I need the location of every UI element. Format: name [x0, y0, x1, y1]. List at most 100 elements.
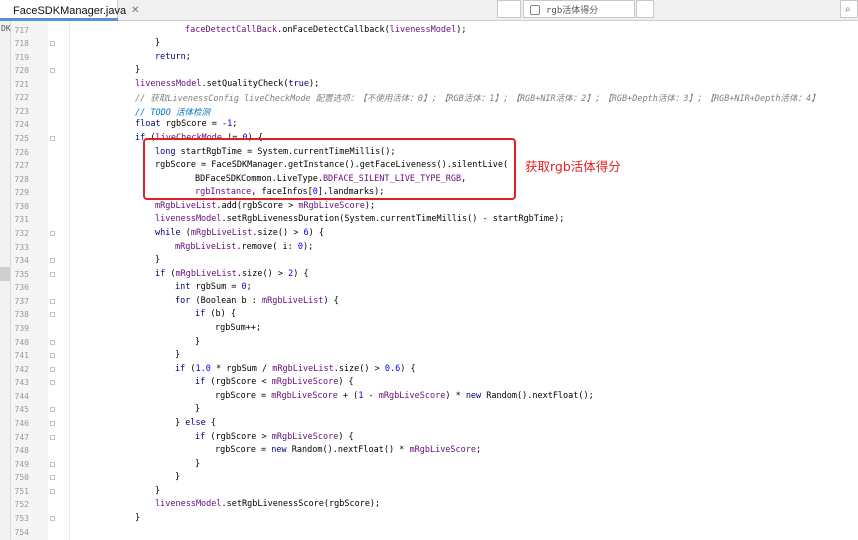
- line-number: 745: [14, 405, 29, 415]
- fold-marker-icon[interactable]: [50, 380, 55, 386]
- code-line[interactable]: 747 if (rgbScore > mRgbLiveScore) {: [0, 431, 858, 445]
- code-text: }: [195, 336, 201, 347]
- fold-marker-icon[interactable]: [50, 475, 55, 481]
- code-text: }: [155, 485, 161, 496]
- fold-marker-icon[interactable]: [50, 41, 55, 47]
- code-line[interactable]: 731 livenessModel.setRgbLivenessDuration(…: [0, 213, 858, 227]
- code-line[interactable]: 735 if (mRgbLiveList.size() > 2) {: [0, 268, 858, 282]
- highlight-box: [143, 138, 516, 200]
- code-line[interactable]: 733 mRgbLiveList.remove( i: 0);: [0, 241, 858, 255]
- code-line[interactable]: 745}: [0, 403, 858, 417]
- line-number: 744: [14, 391, 29, 401]
- code-text: }: [155, 38, 161, 49]
- code-text: }: [175, 350, 181, 361]
- toolbar-button-2[interactable]: [636, 0, 654, 18]
- line-number: 728: [14, 174, 29, 184]
- code-text: if (rgbScore < mRgbLiveScore) {: [195, 377, 354, 388]
- line-number: 739: [14, 324, 29, 334]
- code-text: mRgbLiveList.remove( i: 0);: [175, 241, 314, 252]
- line-number: 733: [14, 242, 29, 252]
- fold-marker-icon[interactable]: [50, 298, 55, 304]
- fold-marker-icon[interactable]: [50, 271, 55, 277]
- code-line[interactable]: 736 int rgbSum = 0;: [0, 281, 858, 295]
- fold-marker-icon[interactable]: [50, 68, 55, 74]
- line-number: 748: [14, 446, 29, 456]
- run-configuration-selector[interactable]: rgb活体得分: [523, 0, 635, 18]
- line-number: 729: [14, 188, 29, 198]
- code-text: faceDetectCallBack.onFaceDetectCallback(…: [185, 24, 467, 35]
- code-line[interactable]: 717 faceDetectCallBack.onFaceDetectCallba…: [0, 24, 858, 38]
- code-line[interactable]: 740}: [0, 336, 858, 350]
- fold-marker-icon[interactable]: [50, 421, 55, 427]
- code-text: if (1.0 * rgbSum / mRgbLiveList.size() >…: [175, 363, 416, 374]
- fold-marker-icon[interactable]: [50, 136, 55, 142]
- fold-marker-icon[interactable]: [50, 407, 55, 413]
- line-number: 725: [14, 134, 29, 144]
- code-line[interactable]: 718}: [0, 37, 858, 51]
- search-everywhere-button[interactable]: ⌕: [840, 0, 858, 18]
- run-config-icon: [530, 5, 540, 15]
- code-text: }: [135, 513, 141, 524]
- code-line[interactable]: 752 livenessModel.setRgbLivenessScore(rgb…: [0, 498, 858, 512]
- code-line[interactable]: 734}: [0, 254, 858, 268]
- fold-marker-icon[interactable]: [50, 353, 55, 359]
- code-text: }: [195, 404, 201, 415]
- fold-marker-icon[interactable]: [50, 434, 55, 440]
- toolbar-button[interactable]: [497, 0, 521, 18]
- code-line[interactable]: 739 rgbSum++;: [0, 322, 858, 336]
- fold-marker-icon[interactable]: [50, 461, 55, 467]
- line-number: 746: [14, 419, 29, 429]
- fold-marker-icon[interactable]: [50, 366, 55, 372]
- code-line[interactable]: 749}: [0, 458, 858, 472]
- code-line[interactable]: 720}: [0, 64, 858, 78]
- code-line[interactable]: 721 livenessModel.setQualityCheck(true);: [0, 78, 858, 92]
- line-number: 749: [14, 459, 29, 469]
- annotation-label: 获取rgb活体得分: [525, 159, 621, 174]
- fold-marker-icon[interactable]: [50, 339, 55, 345]
- fold-marker-icon[interactable]: [50, 258, 55, 264]
- code-text: // 获取LivenessConfig liveCheckMode 配置选项：【…: [135, 94, 820, 105]
- code-line[interactable]: 743 if (rgbScore < mRgbLiveScore) {: [0, 376, 858, 390]
- fold-marker-icon[interactable]: [50, 312, 55, 318]
- line-number: 741: [14, 351, 29, 361]
- code-text: int rgbSum = 0;: [175, 282, 252, 293]
- code-line[interactable]: 751}: [0, 485, 858, 499]
- run-config-label: rgb活体得分: [546, 6, 599, 16]
- code-line[interactable]: 753}: [0, 512, 858, 526]
- line-number: 735: [14, 269, 29, 279]
- code-text: // TODO 活体检测: [135, 107, 210, 118]
- code-line[interactable]: 746 } else {: [0, 417, 858, 431]
- code-line[interactable]: 744 rgbScore = mRgbLiveScore + (1 - mRgbL…: [0, 390, 858, 404]
- code-line[interactable]: 750}: [0, 471, 858, 485]
- code-text: }: [195, 458, 201, 469]
- code-line[interactable]: 741}: [0, 349, 858, 363]
- code-line[interactable]: 719 return;: [0, 51, 858, 65]
- code-line[interactable]: 742 if (1.0 * rgbSum / mRgbLiveList.size(…: [0, 363, 858, 377]
- code-line[interactable]: 723 // TODO 活体检测: [0, 105, 858, 119]
- line-number: 719: [14, 52, 29, 62]
- code-line[interactable]: 730 mRgbLiveList.add(rgbScore > mRgbLiveS…: [0, 200, 858, 214]
- code-line[interactable]: 732 while (mRgbLiveList.size() > 6) {: [0, 227, 858, 241]
- code-text: livenessModel.setRgbLivenessScore(rgbSco…: [155, 499, 381, 510]
- code-text: } else {: [175, 418, 216, 429]
- line-number: 717: [14, 25, 29, 35]
- close-icon[interactable]: ✕: [131, 5, 139, 16]
- code-line[interactable]: 737 for (Boolean b : mRgbLiveList) {: [0, 295, 858, 309]
- code-line[interactable]: 724 float rgbScore = -1;: [0, 118, 858, 132]
- fold-marker-icon[interactable]: [50, 231, 55, 237]
- code-line[interactable]: 754: [0, 526, 858, 540]
- line-number: 718: [14, 39, 29, 49]
- fold-marker-icon[interactable]: [50, 516, 55, 522]
- line-number: 740: [14, 337, 29, 347]
- code-line[interactable]: 748 rgbScore = new Random().nextFloat() *…: [0, 444, 858, 458]
- code-line[interactable]: 738 if (b) {: [0, 308, 858, 322]
- tab-title: FaceSDKManager.java: [13, 4, 127, 17]
- line-number: 737: [14, 296, 29, 306]
- code-text: return;: [155, 51, 191, 62]
- line-number: 724: [14, 120, 29, 130]
- code-line[interactable]: 722 // 获取LivenessConfig liveCheckMode 配置选…: [0, 91, 858, 105]
- fold-marker-icon[interactable]: [50, 488, 55, 494]
- line-number: 742: [14, 364, 29, 374]
- line-number: 723: [14, 106, 29, 116]
- line-number: 732: [14, 229, 29, 239]
